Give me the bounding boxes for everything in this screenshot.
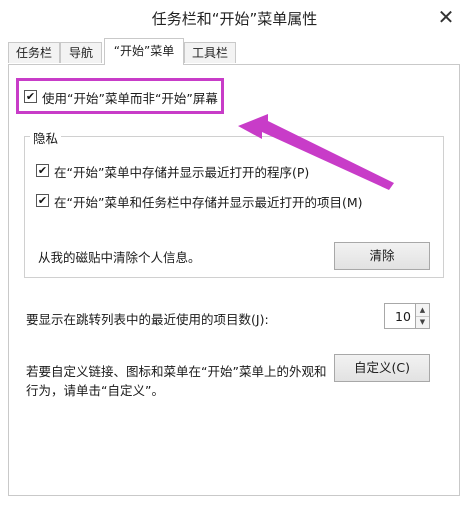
privacy-legend: 隐私 <box>30 128 62 147</box>
customize-text-line1: 若要自定义链接、图标和菜单在“开始”菜单上的外观和 <box>26 364 327 379</box>
jumplist-count-label: 要显示在跳转列表中的最近使用的项目数(J): <box>26 312 269 327</box>
tab-strip: 任务栏 导航 “开始”菜单 工具栏 <box>0 36 469 65</box>
spin-down-icon[interactable]: ▼ <box>416 316 429 328</box>
start-screen-label: 使用“开始”菜单而非“开始”屏幕 <box>42 91 218 106</box>
tab-taskbar[interactable]: 任务栏 <box>8 42 60 63</box>
window-title: 任务栏和“开始”菜单属性 <box>151 10 318 28</box>
store-items-label: 在“开始”菜单和任务栏中存储并显示最近打开的项目(M) <box>54 195 363 210</box>
tab-start-menu[interactable]: “开始”菜单 <box>104 38 184 65</box>
tab-panel <box>8 64 460 496</box>
tab-navigation[interactable]: 导航 <box>60 42 102 63</box>
tab-toolbars[interactable]: 工具栏 <box>184 42 236 63</box>
store-programs-label: 在“开始”菜单中存储并显示最近打开的程序(P) <box>54 165 310 180</box>
spinner-arrows: ▲ ▼ <box>415 304 429 328</box>
store-programs-checkbox[interactable]: ✔ <box>36 164 49 177</box>
start-screen-checkbox[interactable]: ✔ <box>24 90 37 103</box>
clear-button[interactable]: 清除 <box>334 242 430 270</box>
clear-tiles-text: 从我的磁贴中清除个人信息。 <box>38 250 201 265</box>
customize-button[interactable]: 自定义(C) <box>334 354 430 382</box>
store-items-checkbox[interactable]: ✔ <box>36 194 49 207</box>
jumplist-count-value: 10 <box>395 309 411 324</box>
customize-text-line2: 行为，请单击“自定义”。 <box>26 383 164 398</box>
jumplist-count-spinner[interactable]: 10 ▲ ▼ <box>384 303 430 329</box>
title-bar: 任务栏和“开始”菜单属性 ✕ <box>0 0 469 36</box>
close-button[interactable]: ✕ <box>431 4 461 30</box>
